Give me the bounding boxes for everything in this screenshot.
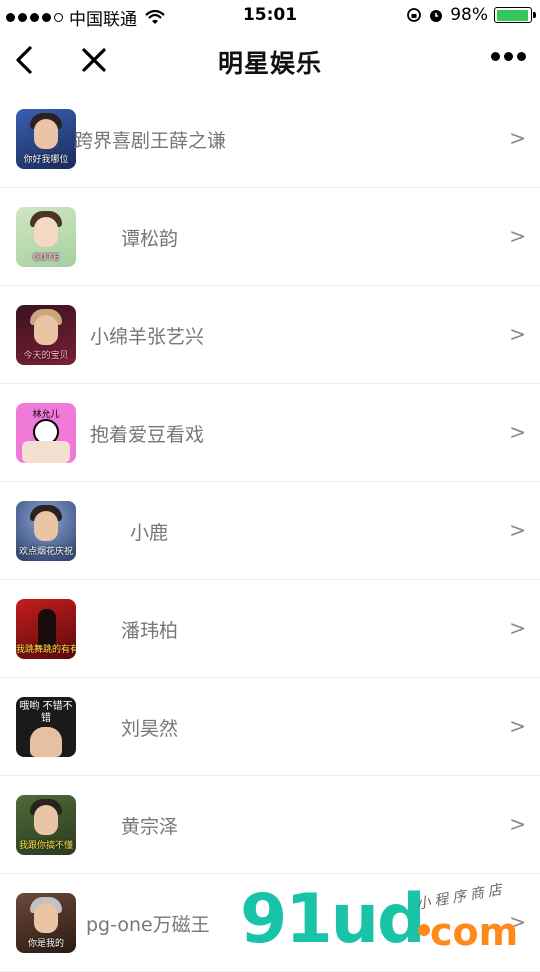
page-title: 明星娱乐 xyxy=(217,49,322,78)
avatar-caption: 欢点烟花庆祝 xyxy=(18,547,73,557)
chevron-right-icon: > xyxy=(509,812,526,836)
battery-percent: 98% xyxy=(450,5,488,25)
status-bar: 中国联通 15:01 98% xyxy=(0,0,540,30)
list-item[interactable]: 今天的宝贝 小绵羊张艺兴 > xyxy=(0,286,540,384)
list-item[interactable]: 你好我哪位 跨界喜剧王薛之谦 > xyxy=(0,90,540,188)
list-item-label: pg-one万磁王 xyxy=(86,914,210,936)
alarm-icon xyxy=(430,10,443,22)
chevron-right-icon: > xyxy=(509,714,526,738)
list-item[interactable]: 林允儿 抱着爱豆看戏 > xyxy=(0,384,540,482)
avatar-caption: CUTE xyxy=(32,253,60,263)
avatar-caption: 哦哟 不错不错 xyxy=(19,701,73,724)
chevron-right-icon: > xyxy=(509,126,526,150)
watermark: 91ud 小程序商店 com xyxy=(240,880,540,960)
avatar-caption: 你好我哪位 xyxy=(23,155,69,165)
avatar-caption: 你是我的 xyxy=(27,939,64,949)
watermark-dot xyxy=(418,924,430,936)
list-item-label: 黄宗泽 xyxy=(121,816,179,838)
battery-icon xyxy=(494,7,536,23)
avatar: 林允儿 xyxy=(16,403,76,463)
list-item-label: 小绵羊张艺兴 xyxy=(90,326,205,348)
list-item[interactable]: 我跟你搞不懂 黄宗泽 > xyxy=(0,776,540,874)
list-item[interactable]: 哦哟 不错不错 刘昊然 > xyxy=(0,678,540,776)
list-item-label: 谭松韵 xyxy=(121,228,179,250)
chevron-right-icon: > xyxy=(509,518,526,542)
list-item[interactable]: 欢点烟花庆祝 小鹿 > xyxy=(0,482,540,580)
nav-bar: 明星娱乐 xyxy=(0,30,540,90)
list-item-label: 潘玮柏 xyxy=(121,620,179,642)
avatar: 欢点烟花庆祝 xyxy=(16,501,76,561)
status-right: 98% xyxy=(406,5,536,25)
list-item-label: 跨界喜剧王薛之谦 xyxy=(74,130,227,152)
watermark-brand: 91ud xyxy=(240,880,426,959)
avatar-caption: 我跟你搞不懂 xyxy=(18,841,73,851)
chevron-right-icon: > xyxy=(509,322,526,346)
watermark-tagline: 小程序商店 xyxy=(415,881,507,913)
chevron-right-icon: > xyxy=(509,616,526,640)
list-item-label: 抱着爱豆看戏 xyxy=(90,424,205,446)
list-item-label: 小鹿 xyxy=(130,522,169,544)
chevron-right-icon: > xyxy=(509,224,526,248)
avatar: 你好我哪位 xyxy=(16,109,76,169)
chevron-right-icon: > xyxy=(509,420,526,444)
avatar: 今天的宝贝 xyxy=(16,305,76,365)
avatar: 我跟你搞不懂 xyxy=(16,795,76,855)
avatar: 哦哟 不错不错 xyxy=(16,697,76,757)
list-item-label: 刘昊然 xyxy=(121,718,179,740)
avatar-caption: 我跳舞跳的有有点 xyxy=(16,645,76,655)
more-icon[interactable] xyxy=(491,52,526,61)
celebrity-list: 你好我哪位 跨界喜剧王薛之谦 > CUTE 谭松韵 > 今天的宝贝 小绵羊张艺兴… xyxy=(0,90,540,972)
avatar: 你是我的 xyxy=(16,893,76,953)
avatar-caption: 今天的宝贝 xyxy=(23,351,69,361)
watermark-domain: com xyxy=(430,910,519,954)
list-item[interactable]: 我跳舞跳的有有点 潘玮柏 > xyxy=(0,580,540,678)
orientation-lock-icon xyxy=(407,8,422,22)
avatar: 我跳舞跳的有有点 xyxy=(16,599,76,659)
list-item[interactable]: CUTE 谭松韵 > xyxy=(0,188,540,286)
avatar: CUTE xyxy=(16,207,76,267)
